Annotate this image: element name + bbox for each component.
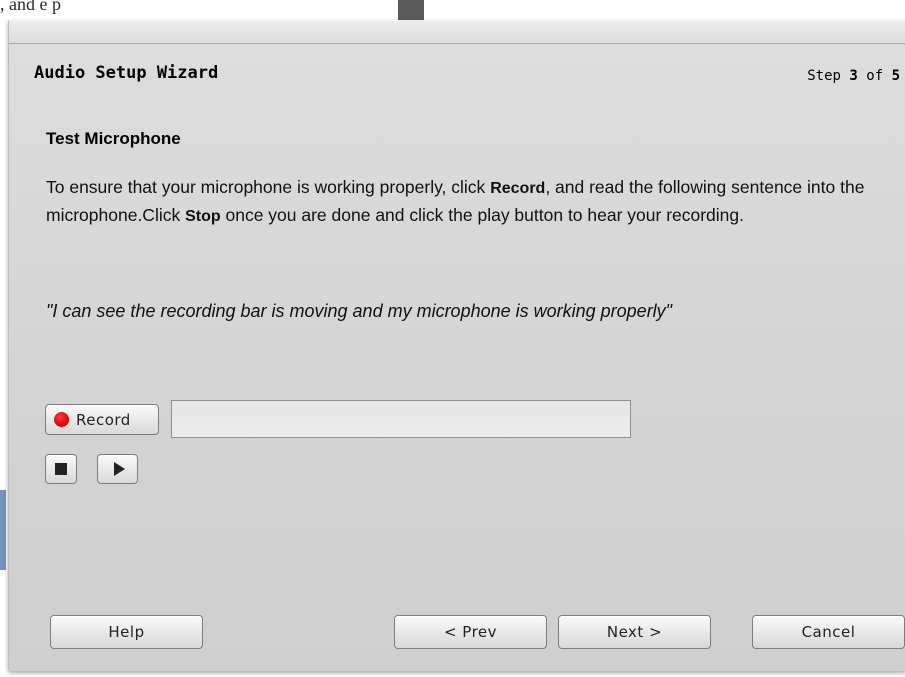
background-divider (398, 0, 424, 22)
record-dot-icon (54, 412, 69, 427)
step-indicator: Step 3 of 5 (807, 68, 900, 84)
dialog-title-bar[interactable] (9, 21, 905, 44)
step-total: 5 (891, 68, 900, 84)
step-prefix: Step (807, 68, 841, 84)
help-button[interactable]: Help (50, 615, 203, 649)
wizard-title: Audio Setup Wizard (34, 63, 219, 83)
step-current: 3 (849, 68, 858, 84)
play-button[interactable] (97, 454, 138, 484)
recording-level-bar (171, 400, 631, 438)
step-of: of (866, 68, 884, 84)
instructions-stop-word: Stop (185, 208, 221, 225)
instructions-record-word: Record (490, 180, 546, 197)
background-edge (0, 490, 6, 570)
instructions-part-1: To ensure that your microphone is workin… (46, 177, 491, 197)
section-heading: Test Microphone (46, 129, 181, 148)
next-button[interactable]: Next > (558, 615, 711, 649)
instructions-text: To ensure that your microphone is workin… (46, 174, 866, 230)
background-clipped-text: , and e p (0, 0, 61, 14)
stop-button[interactable] (45, 454, 77, 484)
stop-icon (55, 463, 67, 475)
audio-setup-wizard-dialog: Audio Setup Wizard Step 3 of 5 Test Micr… (8, 20, 905, 671)
cancel-button[interactable]: Cancel (752, 615, 905, 649)
test-sentence: "I can see the recording bar is moving a… (46, 301, 673, 321)
instructions-part-3: once you are done and click the play but… (220, 205, 745, 225)
record-button[interactable]: Record (45, 404, 159, 435)
play-icon (113, 462, 125, 476)
prev-button[interactable]: < Prev (394, 615, 547, 649)
record-label: Record (76, 410, 131, 429)
